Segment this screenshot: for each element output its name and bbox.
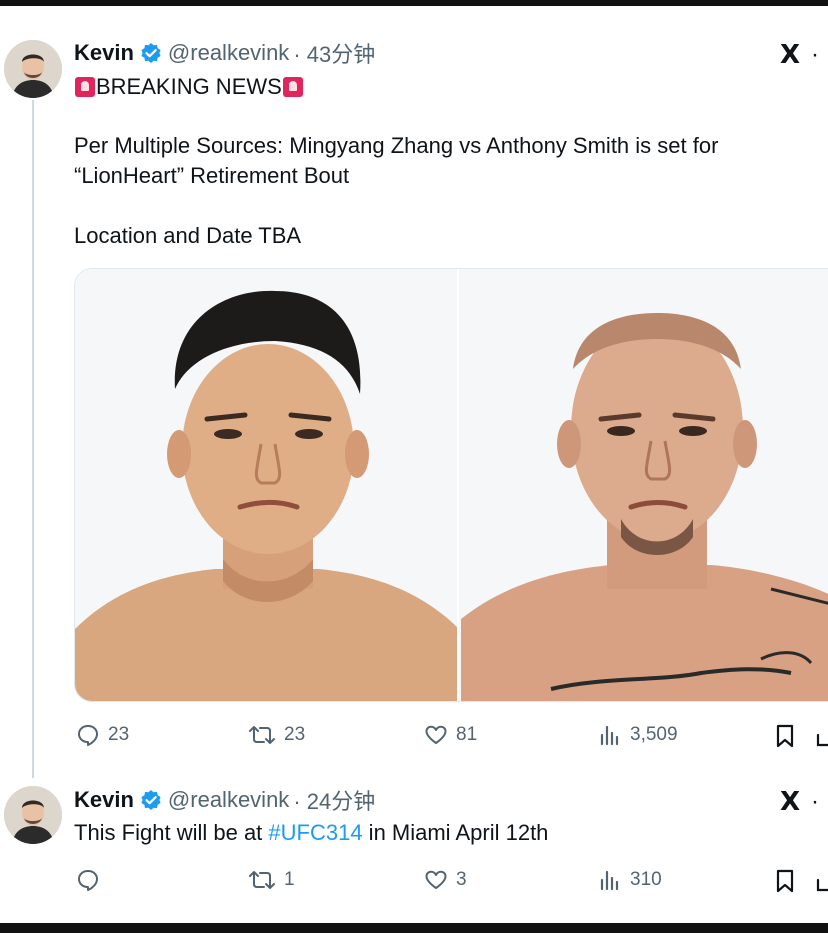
repost-count: 23 — [284, 724, 306, 745]
share-button[interactable] — [816, 868, 828, 894]
bookmark-icon — [774, 868, 796, 894]
views-count: 3,509 — [630, 724, 678, 745]
screen: Kevin @realkevink · 43分钟 X · BREAKING NE… — [0, 0, 828, 933]
siren-icon — [75, 77, 95, 97]
avatar[interactable] — [4, 786, 62, 844]
author-handle[interactable]: @realkevink — [168, 40, 289, 66]
siren-icon — [282, 77, 303, 97]
more-icon[interactable]: · — [811, 41, 819, 69]
reply-button[interactable]: 23 — [76, 723, 129, 747]
reply-icon — [76, 723, 100, 747]
grok-icon[interactable]: X — [780, 40, 800, 70]
tweet-header: Kevin @realkevink · 43分钟 — [74, 38, 375, 68]
bookmark-button[interactable] — [774, 723, 796, 749]
tweet-header: Kevin @realkevink · 24分钟 — [74, 785, 375, 815]
like-count: 3 — [456, 869, 467, 890]
like-icon — [424, 868, 448, 892]
repost-icon — [248, 868, 276, 892]
like-icon — [424, 723, 448, 747]
more-icon[interactable]: · — [811, 788, 819, 816]
tweet-headline: BREAKING NEWS — [74, 72, 304, 102]
views-button[interactable]: 310 — [598, 868, 662, 892]
tweet-menu: X · — [780, 40, 819, 70]
tweet-actions: 23 23 81 3,509 — [74, 723, 828, 753]
author-name[interactable]: Kevin — [74, 40, 134, 66]
share-icon — [816, 868, 828, 894]
verified-badge-icon — [140, 789, 162, 811]
hashtag-link[interactable]: #UFC314 — [268, 820, 362, 845]
views-count: 310 — [630, 869, 662, 890]
timestamp[interactable]: · 24分钟 — [293, 784, 375, 816]
avatar[interactable] — [4, 40, 62, 98]
tweet-menu: X · — [780, 787, 819, 817]
tweet-body-line: “LionHeart” Retirement Bout — [74, 163, 350, 188]
tweet-body-line: Per Multiple Sources: Mingyang Zhang vs … — [74, 133, 719, 158]
like-count: 81 — [456, 724, 478, 745]
views-icon — [598, 868, 622, 892]
reply-button[interactable] — [76, 868, 108, 892]
verified-badge-icon — [140, 42, 162, 64]
like-button[interactable]: 3 — [424, 868, 467, 892]
share-button[interactable] — [816, 723, 828, 749]
top-edge — [0, 0, 828, 6]
grok-icon[interactable]: X — [780, 787, 800, 817]
bookmark-button[interactable] — [774, 868, 796, 894]
reply-icon — [76, 868, 100, 892]
fighter-photo-left[interactable] — [75, 269, 459, 701]
tweet-body-line: Location and Date TBA — [74, 223, 302, 248]
repost-icon — [248, 723, 276, 747]
views-button[interactable]: 3,509 — [598, 723, 678, 747]
tweet-text-part: This Fight will be at — [74, 820, 269, 845]
bottom-edge — [0, 923, 828, 933]
repost-button[interactable]: 1 — [248, 868, 295, 892]
media-card[interactable] — [74, 268, 828, 702]
reply-count: 23 — [108, 724, 130, 745]
headline-text: BREAKING NEWS — [96, 74, 282, 99]
bookmark-icon — [774, 723, 796, 749]
tweet-actions: 1 3 310 — [74, 868, 828, 898]
like-button[interactable]: 81 — [424, 723, 477, 747]
author-handle[interactable]: @realkevink — [168, 787, 289, 813]
tweet-text-part: in Miami April 12th — [362, 820, 549, 845]
share-icon — [816, 723, 828, 749]
author-name[interactable]: Kevin — [74, 787, 134, 813]
thread-connector — [32, 100, 34, 778]
timestamp[interactable]: · 43分钟 — [293, 37, 375, 69]
fighter-photo-right[interactable] — [461, 269, 828, 701]
repost-button[interactable]: 23 — [248, 723, 305, 747]
repost-count: 1 — [284, 869, 295, 890]
tweet-body: This Fight will be at #UFC314 in Miami A… — [74, 818, 548, 848]
views-icon — [598, 723, 622, 747]
